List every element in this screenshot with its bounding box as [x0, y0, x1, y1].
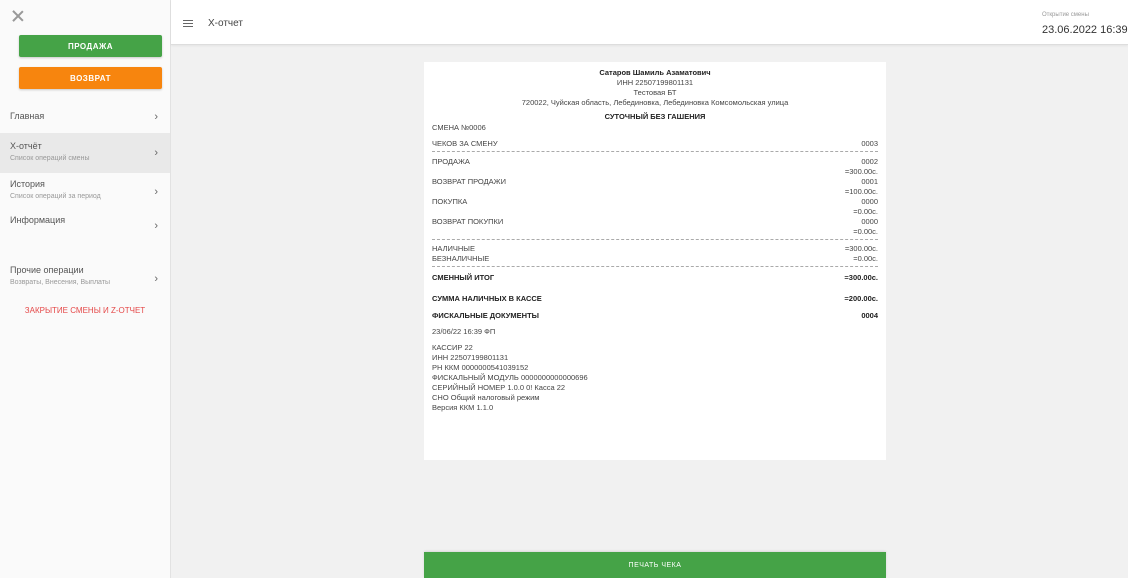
- sidebar-item-sublabel: Список операций смены: [10, 155, 90, 162]
- sidebar-item-sublabel: Список операций за период: [10, 193, 101, 200]
- sidebar-item-sublabel: Возвраты, Внесения, Выплаты: [10, 279, 110, 286]
- receipt-row-noncash: БЕЗНАЛИЧНЫЕ =0.00с.: [432, 254, 878, 267]
- receipt-purchase-sum: =0.00с.: [853, 207, 878, 216]
- receipt-row-cash: НАЛИЧНЫЕ =300.00с.: [432, 244, 878, 253]
- receipt-row-checks: ЧЕКОВ ЗА СМЕНУ 0003: [432, 139, 878, 152]
- close-shift-z-report-link[interactable]: ЗАКРЫТИЕ СМЕНЫ И Z-ОТЧЕТ: [0, 306, 170, 315]
- receipt-row-sale: ПРОДАЖА 0002: [432, 157, 878, 166]
- receipt-row-purchase-return: ВОЗВРАТ ПОКУПКИ 0000: [432, 217, 878, 226]
- chevron-right-icon: ›: [154, 220, 158, 232]
- receipt-row-shift-total: СМЕННЫЙ ИТОГ =300.00с.: [432, 273, 878, 282]
- receipt-cashier-inn: ИНН 22507199801131: [432, 353, 509, 362]
- receipt-row-cash-in-register: СУММА НАЛИЧНЫХ В КАССЕ =200.00с.: [432, 294, 878, 303]
- print-receipt-button[interactable]: ПЕЧАТЬ ЧЕКА: [424, 552, 886, 578]
- receipt-kkm-version: Версия ККМ 1.1.0: [432, 403, 494, 412]
- sidebar-item-label: Прочие операции: [10, 265, 84, 275]
- chevron-right-icon: ›: [154, 273, 158, 285]
- receipt-cashier: КАССИР 22: [432, 343, 473, 352]
- receipt-tax-mode: СНО Общий налоговый режим: [432, 393, 540, 402]
- sidebar-item-x-report[interactable]: X-отчёт Список операций смены ›: [0, 133, 170, 173]
- sale-button[interactable]: ПРОДАЖА: [19, 35, 162, 57]
- chevron-right-icon: ›: [154, 111, 158, 123]
- receipt-purchase-return-sum: =0.00с.: [432, 227, 878, 240]
- close-icon[interactable]: [11, 9, 25, 23]
- sidebar-item-label: X-отчёт: [10, 141, 42, 151]
- return-button[interactable]: ВОЗВРАТ: [19, 67, 162, 89]
- shift-open-label: Открытие смены: [1042, 12, 1089, 18]
- receipt-row-fiscal-docs: ФИСКАЛЬНЫЕ ДОКУМЕНТЫ 0004: [432, 311, 878, 320]
- receipt-shop: Тестовая БТ: [633, 88, 677, 97]
- sidebar-item-other-operations[interactable]: Прочие операции Возвраты, Внесения, Выпл…: [0, 259, 170, 299]
- receipt-fiscal-module: ФИСКАЛЬНЫЙ МОДУЛЬ 0000000000000696: [432, 373, 588, 382]
- chevron-right-icon: ›: [154, 147, 158, 159]
- sidebar-item-label: История: [10, 179, 45, 189]
- sidebar-item-main[interactable]: Главная ›: [0, 101, 170, 133]
- x-report-receipt: Сатаров Шамиль Азаматович ИНН 2250719980…: [424, 62, 886, 460]
- receipt-datetime: 23/06/22 16:39 ФП: [432, 327, 496, 336]
- sidebar-item-label: Главная: [10, 111, 45, 121]
- receipt-inn: ИНН 22507199801131: [616, 78, 694, 87]
- receipt-sale-return-sum: =100.00с.: [844, 187, 878, 196]
- receipt-row-sale-return: ВОЗВРАТ ПРОДАЖИ 0001: [432, 177, 878, 186]
- sidebar: ПРОДАЖА ВОЗВРАТ Главная › X-отчёт Список…: [0, 0, 171, 578]
- receipt-row-purchase: ПОКУПКА 0000: [432, 197, 878, 206]
- chevron-right-icon: ›: [154, 186, 158, 198]
- sidebar-item-info[interactable]: Информация ›: [0, 211, 170, 241]
- receipt-sale-sum: =300.00с.: [844, 167, 878, 176]
- receipt-shift-number: СМЕНА №0006: [432, 123, 486, 132]
- sidebar-menu: Главная › X-отчёт Список операций смены …: [0, 101, 170, 299]
- sidebar-item-history[interactable]: История Список операций за период ›: [0, 173, 170, 211]
- top-bar: X-отчет Открытие смены 23.06.2022 16:39: [171, 0, 1128, 45]
- app-window: ПРОДАЖА ВОЗВРАТ Главная › X-отчёт Список…: [0, 0, 1128, 578]
- shift-open-date: 23.06.2022 16:39: [1042, 24, 1128, 36]
- receipt-serial: СЕРИЙНЫЙ НОМЕР 1.0.0 0! Касса 22: [432, 383, 566, 392]
- hamburger-icon[interactable]: [183, 20, 193, 28]
- sidebar-item-label: Информация: [10, 215, 66, 225]
- receipt-address: 720022, Чуйская область, Лебединовка, Ле…: [521, 98, 789, 107]
- page-title: X-отчет: [208, 18, 243, 29]
- receipt-rn-kkm: РН ККМ 0000000541039152: [432, 363, 529, 372]
- receipt-report-title: СУТОЧНЫЙ БЕЗ ГАШЕНИЯ: [604, 112, 706, 121]
- receipt-owner: Сатаров Шамиль Азаматович: [599, 68, 711, 77]
